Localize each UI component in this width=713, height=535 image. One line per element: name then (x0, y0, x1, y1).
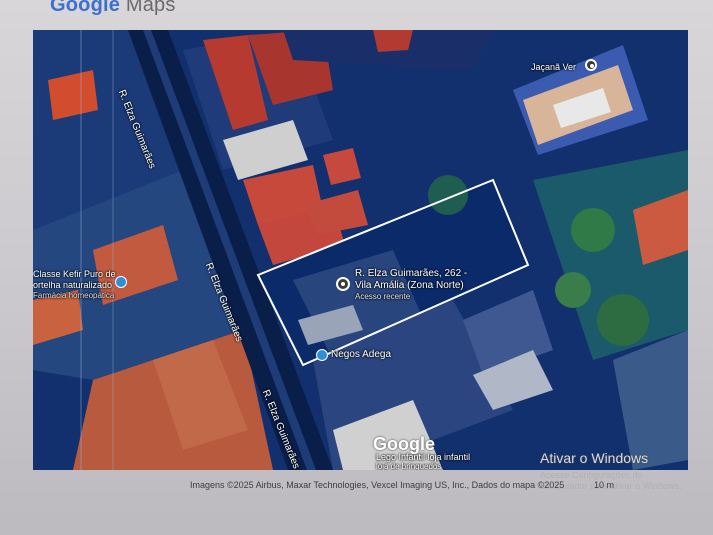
left-poi-label-2[interactable]: ortelha naturalizado (33, 280, 112, 290)
left-poi-icon[interactable] (115, 276, 127, 288)
recent-access-label: Acesso recente (355, 292, 411, 301)
selected-address-line2[interactable]: Vila Amália (Zona Norte) (355, 280, 464, 291)
left-poi-label-3: Farmácia homeopática (33, 291, 115, 300)
windows-activation-title: Ativar o Windows (540, 450, 649, 466)
google-text: Google (50, 0, 121, 16)
google-watermark: Google (373, 434, 435, 454)
google-maps-logo: Google Maps (50, 0, 176, 17)
map-attribution[interactable]: Imagens ©2025 Airbus, Maxar Technologies… (190, 480, 564, 490)
selected-address-line1[interactable]: R. Elza Guimarães, 262 - (355, 268, 467, 279)
satellite-map[interactable]: R. Elza Guimarães, 262 - Vila Amália (Zo… (33, 30, 688, 470)
top-right-place-pin[interactable] (585, 59, 597, 71)
left-poi-label-1[interactable]: Classe Kefir Puro de (33, 269, 116, 279)
adega-label[interactable]: Negos Adega (331, 349, 391, 360)
maps-text: Maps (125, 0, 176, 16)
adega-poi-icon[interactable] (316, 349, 328, 361)
satellite-imagery (33, 30, 688, 470)
map-scale[interactable]: 10 m (594, 480, 614, 490)
selected-place-pin[interactable] (336, 277, 350, 291)
top-right-place-label[interactable]: Jaçanã Ver (531, 62, 576, 72)
bottom-place-label-2: loja de brinquedos (376, 462, 442, 470)
